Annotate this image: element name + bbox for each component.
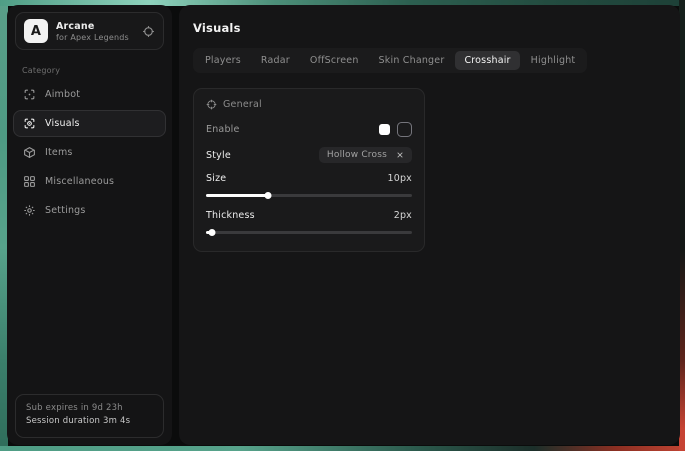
thickness-slider-thumb[interactable] xyxy=(209,229,216,236)
desktop-background-edge-bottom xyxy=(0,446,685,451)
target-icon[interactable] xyxy=(142,25,155,38)
thickness-row: Thickness 2px xyxy=(206,210,412,221)
sub-expires-text: Sub expires in 9d 23h xyxy=(26,402,153,416)
sidebar-item-items[interactable]: Items xyxy=(13,139,166,166)
size-slider[interactable] xyxy=(206,190,412,200)
sidebar-item-settings[interactable]: Settings xyxy=(13,197,166,224)
tab-crosshair[interactable]: Crosshair xyxy=(455,51,519,70)
thickness-label: Thickness xyxy=(206,210,255,221)
size-slider-thumb[interactable] xyxy=(264,192,271,199)
general-card-title: General xyxy=(223,99,262,110)
subscription-info-box: Sub expires in 9d 23h Session duration 3… xyxy=(15,394,164,438)
app-logo-letter: A xyxy=(31,24,41,39)
general-card: General Enable Style Hollow Cross xyxy=(193,88,425,252)
thickness-slider-track xyxy=(206,231,412,234)
app-logo: A xyxy=(24,19,48,43)
category-section-label: Category xyxy=(22,66,172,75)
tab-offscreen[interactable]: OffScreen xyxy=(301,51,368,70)
sidebar: A Arcane for Apex Legends Category Aimbo… xyxy=(7,5,172,445)
main-content: Visuals Players Radar OffScreen Skin Cha… xyxy=(179,5,680,268)
aimbot-crosshair-icon xyxy=(23,88,36,101)
app-title: Arcane xyxy=(56,21,134,32)
enable-row: Enable xyxy=(206,122,412,137)
enable-controls xyxy=(379,122,412,137)
thickness-value: 2px xyxy=(394,210,412,221)
sidebar-nav: Aimbot Visuals Items xyxy=(13,80,166,225)
sidebar-item-label: Items xyxy=(45,147,73,158)
sidebar-item-label: Aimbot xyxy=(45,89,80,100)
settings-gear-icon xyxy=(23,204,36,217)
tab-radar[interactable]: Radar xyxy=(252,51,299,70)
app-subtitle: for Apex Legends xyxy=(56,33,134,42)
tab-players[interactable]: Players xyxy=(196,51,250,70)
general-card-header: General xyxy=(206,99,412,110)
style-label: Style xyxy=(206,150,231,161)
sidebar-item-label: Visuals xyxy=(45,118,80,129)
items-package-icon xyxy=(23,146,36,159)
sidebar-item-miscellaneous[interactable]: Miscellaneous xyxy=(13,168,166,195)
size-value: 10px xyxy=(387,173,412,184)
sidebar-item-label: Settings xyxy=(45,205,86,216)
tab-highlight[interactable]: Highlight xyxy=(522,51,585,70)
enable-keybind-box[interactable] xyxy=(397,122,412,137)
app-header-text: Arcane for Apex Legends xyxy=(56,21,134,42)
session-duration-text: Session duration 3m 4s xyxy=(26,415,153,429)
sidebar-item-visuals[interactable]: Visuals xyxy=(13,110,166,137)
visuals-tab-bar: Players Radar OffScreen Skin Changer Cro… xyxy=(193,48,587,73)
tab-skin-changer[interactable]: Skin Changer xyxy=(370,51,454,70)
visuals-scan-eye-icon xyxy=(23,117,36,130)
enable-checkbox[interactable] xyxy=(379,124,390,135)
close-icon[interactable] xyxy=(396,151,404,159)
main-panel: Visuals Players Radar OffScreen Skin Cha… xyxy=(179,5,680,445)
thickness-slider[interactable] xyxy=(206,227,412,237)
misc-grid-icon xyxy=(23,175,36,188)
size-row: Size 10px xyxy=(206,173,412,184)
crosshair-icon xyxy=(206,99,217,110)
style-selected-value: Hollow Cross xyxy=(327,150,387,160)
size-label: Size xyxy=(206,173,226,184)
style-row: Style Hollow Cross xyxy=(206,147,412,163)
size-slider-fill xyxy=(206,194,268,197)
sidebar-item-aimbot[interactable]: Aimbot xyxy=(13,81,166,108)
page-title: Visuals xyxy=(193,21,666,35)
sidebar-spacer xyxy=(7,225,172,394)
app-header: A Arcane for Apex Legends xyxy=(15,12,164,50)
style-select-chip[interactable]: Hollow Cross xyxy=(319,147,412,163)
sidebar-item-label: Miscellaneous xyxy=(45,176,114,187)
enable-label: Enable xyxy=(206,124,240,135)
